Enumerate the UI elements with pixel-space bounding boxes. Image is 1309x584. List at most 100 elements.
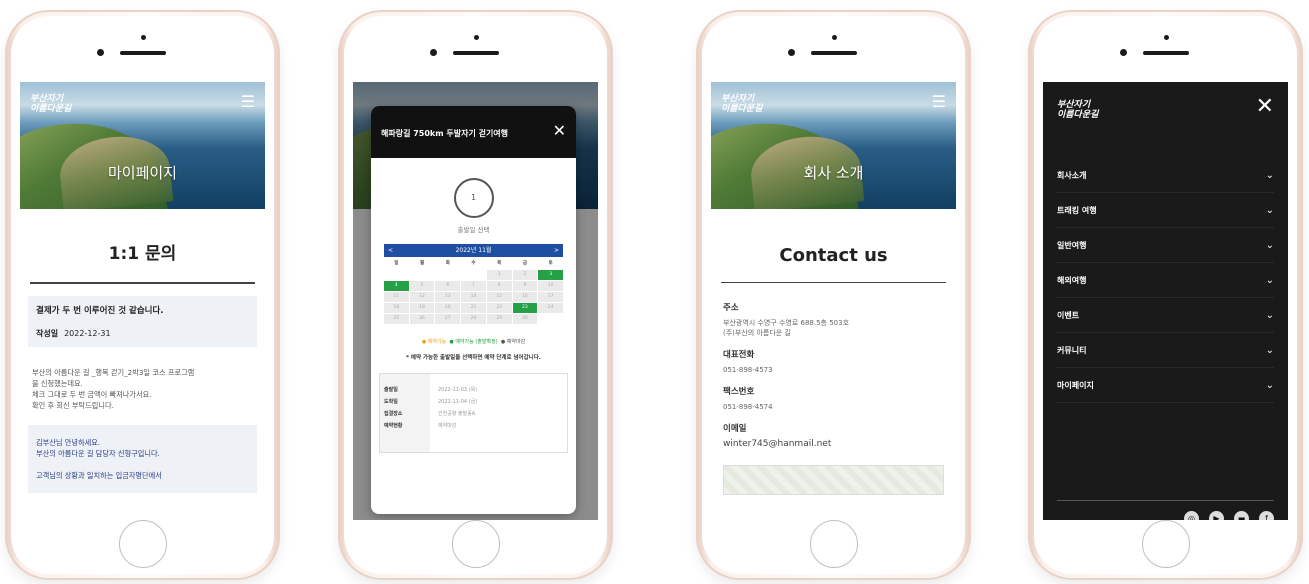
inquiry-question: 결제가 두 번 이루어진 것 같습니다. [36,306,164,316]
calendar-grid: 일 월 화 수 목 금 토 1 2 3 4 5 6 7 8 9 10 11 12 13 14 15 16 17 18 19 20 21… [384,259,563,324]
page-title: 회사 소개 [803,164,864,182]
calendar-day[interactable]: 16 [512,292,538,302]
home-button [1141,520,1190,568]
prev-month-icon[interactable]: < [388,244,393,257]
screen-nav-menu: 부산자기 이름다운길 ✕ 회사소개 ⌄ 트래킹 여행 ⌄ 일반여행 ⌄ 해외여행 ⌄ 이벤트 ⌄ 커… [1043,82,1288,520]
calendar-day[interactable]: 1 [486,270,512,280]
calendar-day[interactable]: 11 [384,292,409,302]
email-label: 이메일 [723,424,747,434]
chevron-down-icon: ⌄ [1265,380,1274,391]
sensor-dot [787,49,795,56]
phone-value[interactable]: 051-898-4573 [723,365,944,375]
calendar-legend: ● 예약가능 ● 예약가능 (출발확정) ● 예약마감 [421,339,526,345]
nav-item-label: 트래킹 여행 [1057,206,1097,215]
chevron-down-icon: ⌄ [1265,170,1274,181]
speaker-slot [119,51,166,55]
phone-mockup-4: 부산자기 이름다운길 ✕ 회사소개 ⌄ 트래킹 여행 ⌄ 일반여행 ⌄ 해외여행 ⌄ 이벤트 ⌄ 커… [1028,10,1303,580]
nav-item[interactable]: 커뮤니티 ⌄ [1057,333,1274,368]
calendar-day[interactable]: 23 [512,303,538,313]
speaker-slot [810,51,857,55]
close-icon[interactable]: ✕ [553,121,566,140]
nav-list: 회사소개 ⌄ 트래킹 여행 ⌄ 일반여행 ⌄ 해외여행 ⌄ 이벤트 ⌄ 커뮤니티 ⌄ 마이페이지 ⌄ [1057,158,1274,403]
step-indicator: 1 [453,178,494,218]
nav-item-label: 회사소개 [1057,171,1087,180]
step-label: 출발일 선택 [457,226,490,234]
site-logo[interactable]: 부산자기 이름다운길 [30,94,71,114]
nav-item[interactable]: 마이페이지 ⌄ [1057,368,1274,403]
calendar-day[interactable]: 2 [512,270,538,280]
camera-dot [831,35,837,40]
location-map[interactable] [723,465,944,495]
calendar-day[interactable]: 8 [486,281,512,291]
inquiry-body: 부산의 아름다운 길 _행복 걷기_2박3일 코스 프로그램 을 신청했는데요.… [32,368,195,410]
section-heading: Contact us [721,245,946,283]
site-logo[interactable]: 부산자기 이름다운길 [1057,100,1098,120]
chevron-down-icon: ⌄ [1265,275,1274,286]
calendar-day[interactable]: 30 [512,314,538,324]
calendar-day[interactable]: 12 [409,292,435,302]
email-value[interactable]: winter745@hanmail.net [723,439,944,449]
calendar-day[interactable]: 6 [435,281,461,291]
weekday-header: 화 [445,261,450,266]
blog-icon[interactable]: ▬ [1234,511,1249,520]
close-icon[interactable]: ✕ [1256,94,1274,119]
next-month-icon[interactable]: > [554,244,559,257]
phone-mockup-3: 부산자기 이름다운길 ☰ 회사 소개 Contact us 주소 부산광역시 수… [696,10,971,580]
fax-label: 팩스번호 [723,387,755,397]
calendar-day[interactable]: 10 [538,281,563,291]
hamburger-menu-icon[interactable]: ☰ [241,94,255,110]
nav-item[interactable]: 회사소개 ⌄ [1057,158,1274,193]
calendar: < 2022년 11월 > 일 월 화 수 목 금 토 1 2 3 4 5 6 7 8 9 10 11 12 13 14… [384,244,563,324]
calendar-day[interactable]: 4 [384,281,409,291]
weekday-header: 토 [548,261,553,266]
chevron-down-icon: ⌄ [1265,205,1274,216]
chevron-down-icon: ⌄ [1265,310,1274,321]
calendar-day[interactable]: 15 [486,292,512,302]
hamburger-menu-icon[interactable]: ☰ [932,94,946,110]
calendar-day[interactable]: 7 [461,281,486,291]
calendar-day[interactable]: 26 [409,314,435,324]
sensor-dot [1119,49,1127,56]
instagram-icon[interactable]: ◎ [1184,511,1199,520]
inquiry-answer: 김부산님 안녕하세요. 부산의 아름다운 길 담당자 신형구입니다. 고객님의 … [28,425,257,493]
calendar-day[interactable]: 3 [538,270,563,280]
screen-booking: 해파랑길 750km 두발자기 걷기여행 ✕ 1 출발일 선택 < 2022년 … [353,82,598,520]
calendar-day[interactable]: 17 [538,292,563,302]
calendar-day[interactable]: 24 [538,303,563,313]
facebook-icon[interactable]: f [1259,511,1274,520]
calendar-day[interactable]: 18 [384,303,409,313]
calendar-day[interactable]: 27 [435,314,461,324]
screen-contact: 부산자기 이름다운길 ☰ 회사 소개 Contact us 주소 부산광역시 수… [711,82,956,520]
speaker-slot [452,51,499,55]
calendar-day[interactable]: 5 [409,281,435,291]
sensor-dot [429,49,437,56]
nav-item[interactable]: 해외여행 ⌄ [1057,263,1274,298]
site-logo[interactable]: 부산자기 이름다운길 [721,94,762,114]
calendar-day[interactable]: 19 [409,303,435,313]
fax-value: 051-898-4574 [723,403,773,411]
calendar-day[interactable]: 20 [435,303,461,313]
nav-item[interactable]: 일반여행 ⌄ [1057,228,1274,263]
trip-info-table: 출발일 도착일 집결장소 예약현황 2022-11-03 (목) 2022-11-04… [379,373,568,453]
speaker-slot [1142,51,1189,55]
calendar-day[interactable]: 22 [486,303,512,313]
calendar-day[interactable]: 25 [384,314,409,324]
sensor-dot [96,49,104,56]
calendar-day[interactable]: 21 [461,303,486,313]
calendar-empty-cell [435,270,460,280]
booking-modal: 해파랑길 750km 두발자기 걷기여행 ✕ 1 출발일 선택 < 2022년 … [371,106,576,514]
nav-item[interactable]: 이벤트 ⌄ [1057,298,1274,333]
calendar-day[interactable]: 13 [435,292,461,302]
inquiry-card[interactable]: 결제가 두 번 이루어진 것 같습니다. 작성일 2022-12-31 [28,296,257,347]
nav-item[interactable]: 트래킹 여행 ⌄ [1057,193,1274,228]
modal-header: 해파랑길 750km 두발자기 걷기여행 ✕ [371,106,576,158]
calendar-empty-cell [410,270,435,280]
calendar-day[interactable]: 14 [461,292,486,302]
home-button [451,520,500,568]
address-label: 주소 [723,303,739,313]
youtube-icon[interactable]: ▶ [1209,511,1224,520]
calendar-day[interactable]: 9 [512,281,538,291]
calendar-day[interactable]: 28 [461,314,486,324]
calendar-day[interactable]: 29 [486,314,512,324]
booking-note: * 예약 가능한 출발일을 선택하면 예약 단계로 넘어갑니다. [406,355,541,361]
